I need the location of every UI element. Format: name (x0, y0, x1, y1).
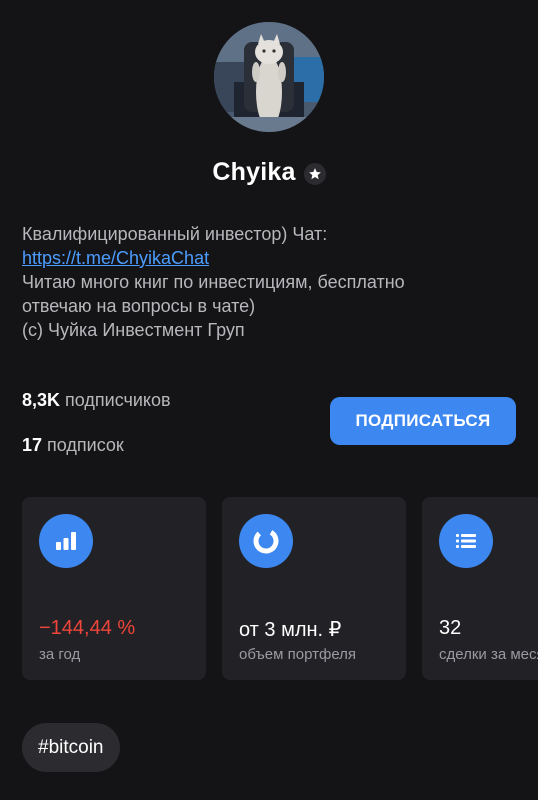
annual-return-value: −144,44 % (39, 617, 136, 639)
subscribers-count: 8,3K (22, 390, 61, 410)
portfolio-size-value: от 3 млн. ₽ (239, 619, 342, 641)
subscribers-stat[interactable]: 8,3K подписчиков (22, 388, 171, 412)
monthly-trades-card[interactable]: 32 сделки за месяц (422, 497, 538, 680)
subscribers-label: подписчиков (65, 390, 171, 410)
tag-bitcoin[interactable]: #bitcoin (22, 723, 120, 772)
chat-link[interactable]: https://t.me/ChyikaChat (22, 246, 482, 270)
avatar[interactable] (214, 22, 324, 132)
subscriptions-label: подписок (47, 435, 124, 455)
portfolio-size-label: объем портфеля (239, 646, 357, 663)
subscriptions-stat[interactable]: 17 подписок (22, 433, 171, 457)
bar-chart-icon (39, 514, 93, 568)
monthly-trades-label: сделки за месяц (439, 646, 538, 663)
donut-chart-icon (239, 514, 293, 568)
list-icon (439, 514, 493, 568)
profile-stats: 8,3K подписчиков 17 подписок (22, 388, 171, 457)
bio-line: Квалифицированный инвестор) Чат: (22, 224, 328, 244)
profile-header: Chyika (0, 158, 538, 187)
profile-bio: Квалифицированный инвестор) Чат: https:/… (22, 222, 482, 342)
star-badge-icon[interactable] (303, 162, 326, 185)
subscribe-button[interactable]: ПОДПИСАТЬСЯ (330, 397, 516, 445)
stats-cards: −144,44 % за год от 3 млн. ₽ объем портф… (22, 497, 538, 681)
bio-line: (c) Чуйка Инвестмент Груп (22, 320, 245, 340)
annual-return-label: за год (39, 646, 81, 663)
annual-return-card[interactable]: −144,44 % за год (22, 497, 206, 680)
portfolio-size-card[interactable]: от 3 млн. ₽ объем портфеля (222, 497, 406, 680)
bio-line: Читаю много книг по инвестициям, бесплат… (22, 272, 405, 292)
subscriptions-count: 17 (22, 435, 43, 455)
monthly-trades-value: 32 (439, 617, 462, 639)
profile-name: Chyika (212, 158, 296, 186)
bio-line: отвечаю на вопросы в чате) (22, 296, 256, 316)
